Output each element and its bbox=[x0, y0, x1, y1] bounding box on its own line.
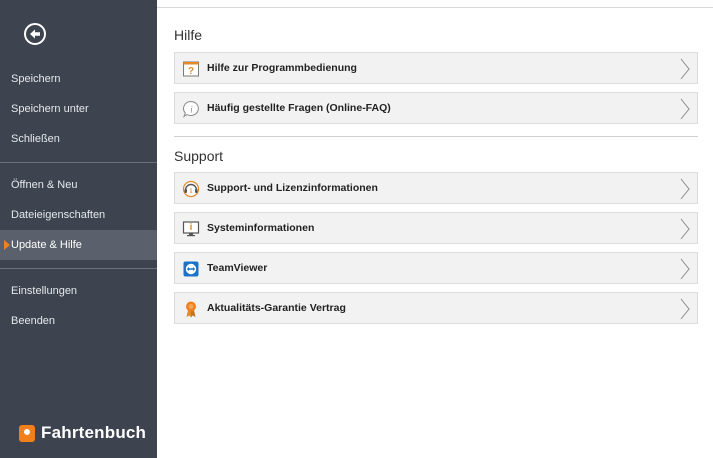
chevron-right-icon bbox=[680, 298, 690, 320]
sidebar-item-einstellungen[interactable]: Einstellungen bbox=[0, 276, 157, 306]
sidebar-nav: Speichern Speichern unter Schließen Öffn… bbox=[0, 64, 157, 336]
headset-icon: i bbox=[182, 180, 200, 198]
section-divider bbox=[174, 136, 698, 137]
sidebar-item-beenden[interactable]: Beenden bbox=[0, 306, 157, 336]
sidebar-item-schliessen[interactable]: Schließen bbox=[0, 124, 157, 154]
chevron-right-icon bbox=[680, 178, 690, 200]
sidebar-item-speichern-unter[interactable]: Speichern unter bbox=[0, 94, 157, 124]
support-item-aktualitaets-garantie[interactable]: Aktualitäts-Garantie Vertrag bbox=[174, 292, 698, 324]
info-bubble-icon: i bbox=[182, 100, 199, 118]
help-item-programmbedienung[interactable]: ? Hilfe zur Programmbedienung bbox=[174, 52, 698, 84]
svg-text:?: ? bbox=[188, 66, 194, 77]
chevron-right-icon bbox=[680, 98, 690, 120]
sidebar-divider bbox=[0, 268, 157, 269]
chevron-right-icon bbox=[680, 218, 690, 240]
teamviewer-icon bbox=[183, 261, 199, 277]
section-title-support: Support bbox=[174, 148, 224, 164]
sidebar-item-dateieigenschaften[interactable]: Dateieigenschaften bbox=[0, 200, 157, 230]
support-item-label: Aktualitäts-Garantie Vertrag bbox=[207, 302, 346, 314]
help-item-faq[interactable]: i Häufig gestellte Fragen (Online-FAQ) bbox=[174, 92, 698, 124]
support-item-label: Support- und Lizenzinformationen bbox=[207, 182, 378, 194]
sidebar-divider bbox=[0, 162, 157, 163]
monitor-icon bbox=[182, 221, 200, 237]
back-arrow-glyph bbox=[30, 29, 40, 39]
back-arrow-icon[interactable] bbox=[24, 23, 46, 45]
location-pin-icon bbox=[19, 424, 35, 442]
sidebar: Speichern Speichern unter Schließen Öffn… bbox=[0, 0, 157, 458]
support-item-lizenzinformationen[interactable]: i Support- und Lizenzinformationen bbox=[174, 172, 698, 204]
support-item-label: Systeminformationen bbox=[207, 222, 315, 234]
svg-text:i: i bbox=[190, 187, 192, 195]
help-item-label: Häufig gestellte Fragen (Online-FAQ) bbox=[207, 102, 391, 114]
top-divider bbox=[157, 7, 713, 8]
section-title-hilfe: Hilfe bbox=[174, 27, 203, 43]
award-icon bbox=[186, 301, 196, 318]
app-logo: Fahrtenbuch bbox=[19, 423, 146, 443]
help-book-icon: ? bbox=[183, 61, 199, 77]
help-item-label: Hilfe zur Programmbedienung bbox=[207, 62, 357, 74]
support-item-teamviewer[interactable]: TeamViewer bbox=[174, 252, 698, 284]
sidebar-item-oeffnen-neu[interactable]: Öffnen & Neu bbox=[0, 170, 157, 200]
sidebar-item-update-hilfe[interactable]: Update & Hilfe bbox=[0, 230, 157, 260]
support-item-systeminformationen[interactable]: Systeminformationen bbox=[174, 212, 698, 244]
chevron-right-icon bbox=[680, 258, 690, 280]
logo-text: Fahrtenbuch bbox=[41, 423, 147, 442]
support-item-label: TeamViewer bbox=[207, 262, 268, 274]
sidebar-item-speichern[interactable]: Speichern bbox=[0, 64, 157, 94]
chevron-right-icon bbox=[680, 58, 690, 80]
